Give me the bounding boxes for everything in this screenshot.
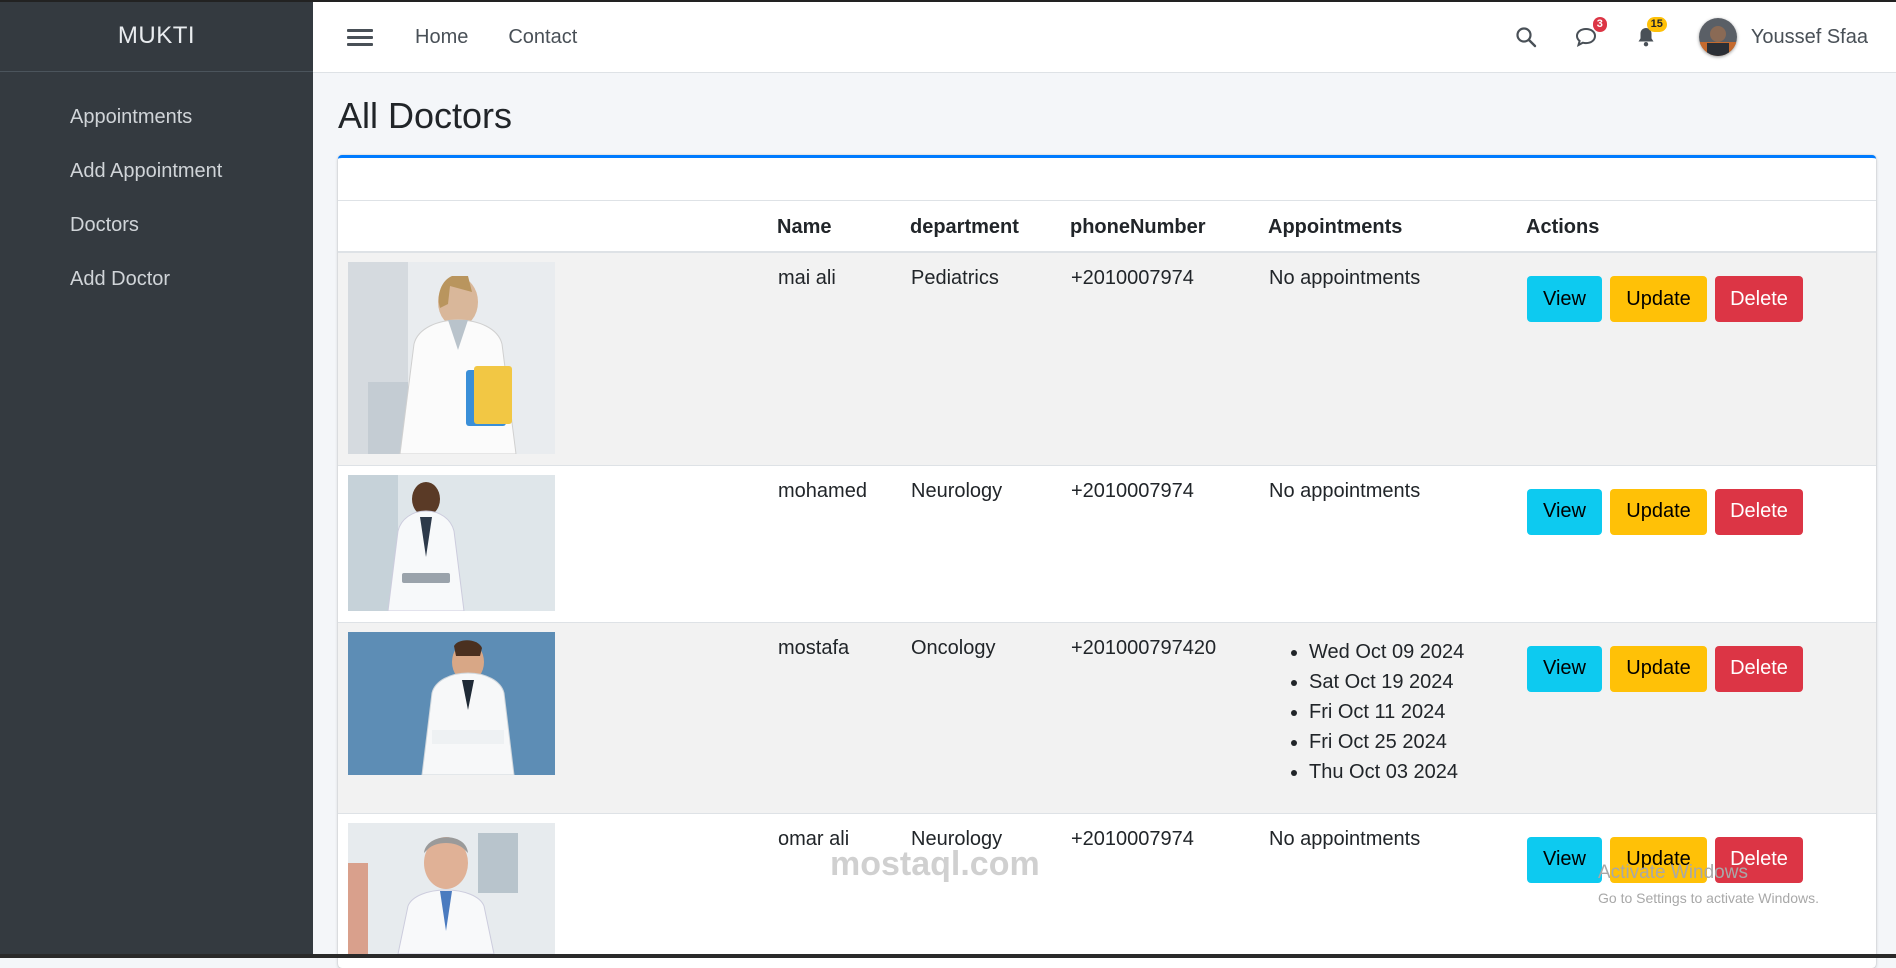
actions-cell: View Update Delete (1526, 464, 1876, 622)
doctor-department: Pediatrics (910, 251, 1070, 465)
doctor-appointments: No appointments (1268, 251, 1526, 465)
table-row: mai ali Pediatrics +2010007974 No appoin… (338, 251, 1876, 465)
sidebar-nav: Appointments Add Appointment Doctors Add… (0, 72, 313, 306)
view-button[interactable]: View (1527, 488, 1602, 535)
taskbar-edge (0, 954, 1896, 958)
top-navbar: Home Contact 3 15 Youssef Sfaa (313, 2, 1896, 73)
doctor-photo-cell (338, 812, 777, 960)
nav-link-home[interactable]: Home (415, 26, 468, 49)
doctors-table: Name department phoneNumber Appointments… (338, 201, 1876, 960)
update-button[interactable]: Update (1610, 645, 1707, 692)
main-content: All Doctors Name department phoneNumber … (313, 73, 1896, 968)
doctor-department: Oncology (910, 621, 1070, 813)
view-button[interactable]: View (1527, 836, 1602, 883)
update-button[interactable]: Update (1610, 488, 1707, 535)
table-header-row: Name department phoneNumber Appointments… (338, 201, 1876, 253)
column-header-name: Name (777, 201, 910, 253)
doctor-phone: +2010007974 (1070, 251, 1268, 465)
view-button[interactable]: View (1527, 276, 1602, 322)
column-header-actions: Actions (1526, 201, 1876, 253)
doctor-appointments: No appointments (1268, 812, 1526, 960)
activate-windows-notice: Activate Windows Go to Settings to activ… (1598, 862, 1819, 906)
delete-button[interactable]: Delete (1715, 645, 1803, 692)
user-name[interactable]: Youssef Sfaa (1751, 26, 1868, 49)
messages-badge: 3 (1592, 17, 1607, 32)
view-button[interactable]: View (1527, 645, 1602, 692)
sidebar-item-appointments[interactable]: Appointments (0, 90, 313, 144)
doctor-phone: +2010007974 (1070, 812, 1268, 960)
messages-icon[interactable]: 3 (1571, 17, 1607, 52)
doctor-phone: +201000797420 (1070, 621, 1268, 813)
doctor-photo-cell (338, 464, 777, 622)
activate-windows-subtitle: Go to Settings to activate Windows. (1598, 890, 1819, 906)
column-header-image (338, 201, 777, 253)
appointment-date: Fri Oct 11 2024 (1309, 697, 1525, 727)
window-top-border (0, 0, 1896, 2)
bell-icon[interactable]: 15 (1631, 17, 1667, 52)
avatar[interactable] (1698, 18, 1737, 56)
appointment-date: Wed Oct 09 2024 (1309, 637, 1525, 667)
brand-logo[interactable]: MUKTI (0, 0, 313, 72)
sidebar: MUKTI Appointments Add Appointment Docto… (0, 0, 313, 958)
menu-toggle-icon[interactable] (347, 28, 373, 46)
page-title: All Doctors (338, 95, 513, 136)
doctor-name: mostafa (777, 621, 910, 813)
delete-button[interactable]: Delete (1715, 488, 1803, 535)
table-row: mohamed Neurology +2010007974 No appoint… (338, 464, 1876, 622)
doctor-name: mohamed (777, 464, 910, 622)
activate-windows-title: Activate Windows (1598, 862, 1748, 883)
watermark: mostaql.com (830, 845, 1040, 883)
doctors-card: Name department phoneNumber Appointments… (338, 155, 1876, 968)
nav-link-contact[interactable]: Contact (508, 26, 577, 49)
doctor-name: mai ali (777, 251, 910, 465)
doctor-appointments: Wed Oct 09 2024 Sat Oct 19 2024 Fri Oct … (1268, 621, 1526, 813)
doctor-photo-cell (338, 621, 777, 813)
appointment-date: Fri Oct 25 2024 (1309, 727, 1525, 757)
doctor-department: Neurology (910, 464, 1070, 622)
doctor-name: omar ali (777, 812, 910, 960)
doctor-photo (348, 262, 555, 460)
appointments-list: Wed Oct 09 2024 Sat Oct 19 2024 Fri Oct … (1269, 637, 1525, 787)
doctor-photo (348, 822, 555, 960)
appointment-date: Sat Oct 19 2024 (1309, 667, 1525, 697)
actions-cell: View Update Delete (1526, 251, 1876, 465)
column-header-department: department (910, 201, 1070, 253)
doctor-photo-cell (338, 251, 777, 465)
sidebar-item-add-doctor[interactable]: Add Doctor (0, 252, 313, 306)
column-header-phone: phoneNumber (1070, 201, 1268, 253)
search-icon[interactable] (1511, 22, 1541, 52)
sidebar-item-doctors[interactable]: Doctors (0, 198, 313, 252)
doctor-photo (348, 474, 555, 617)
notifications-badge: 15 (1646, 17, 1667, 32)
appointment-date: Thu Oct 03 2024 (1309, 757, 1525, 787)
delete-button[interactable]: Delete (1715, 276, 1803, 322)
doctor-department: Neurology (910, 812, 1070, 960)
card-header (338, 158, 1876, 201)
doctor-photo (348, 631, 555, 781)
table-row: mostafa Oncology +201000797420 Wed Oct 0… (338, 621, 1876, 813)
column-header-appointments: Appointments (1268, 201, 1526, 253)
doctor-appointments: No appointments (1268, 464, 1526, 622)
actions-cell: View Update Delete (1526, 621, 1876, 813)
update-button[interactable]: Update (1610, 276, 1707, 322)
doctor-phone: +2010007974 (1070, 464, 1268, 622)
sidebar-item-add-appointment[interactable]: Add Appointment (0, 144, 313, 198)
